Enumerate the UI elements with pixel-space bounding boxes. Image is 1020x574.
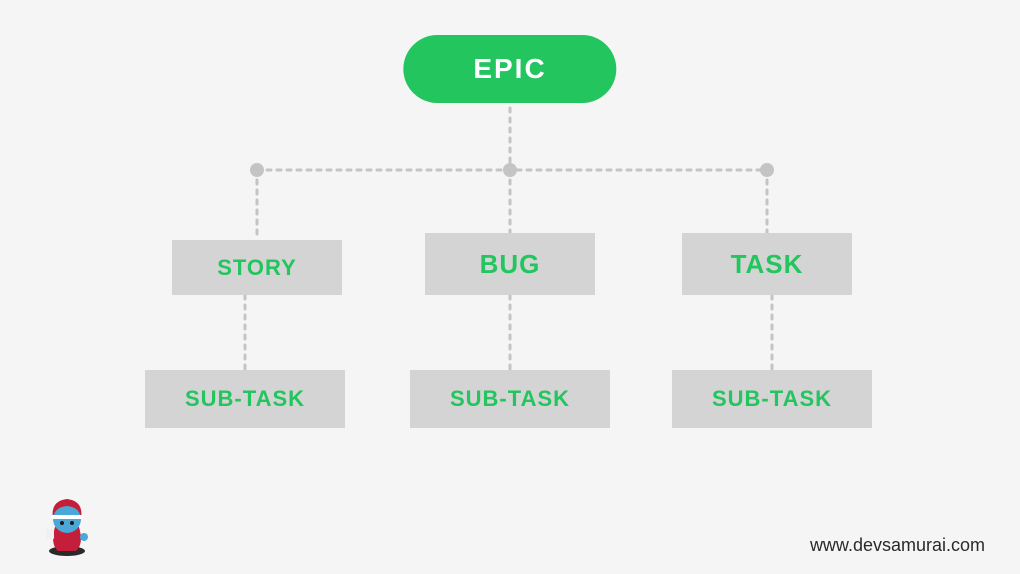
- story-label: STORY: [217, 255, 297, 281]
- connector-dot: [503, 163, 517, 177]
- connector-dot: [250, 163, 264, 177]
- footer-url: www.devsamurai.com: [810, 535, 985, 556]
- subtask-node: SUB-TASK: [145, 370, 345, 428]
- epic-label: EPIC: [473, 53, 546, 84]
- bug-label: BUG: [480, 249, 541, 280]
- task-node: TASK: [682, 233, 852, 295]
- subtask-node: SUB-TASK: [672, 370, 872, 428]
- task-label: TASK: [731, 249, 804, 280]
- bug-node: BUG: [425, 233, 595, 295]
- subtask-label: SUB-TASK: [450, 386, 570, 412]
- subtask-label: SUB-TASK: [185, 386, 305, 412]
- subtask-label: SUB-TASK: [712, 386, 832, 412]
- story-node: STORY: [172, 240, 342, 295]
- mascot-icon: [40, 489, 95, 559]
- epic-node: EPIC: [403, 35, 616, 103]
- connector-dot: [760, 163, 774, 177]
- subtask-node: SUB-TASK: [410, 370, 610, 428]
- hierarchy-diagram: EPIC STORY BUG TASK SUB-TASK SUB-TASK SU…: [0, 0, 1020, 574]
